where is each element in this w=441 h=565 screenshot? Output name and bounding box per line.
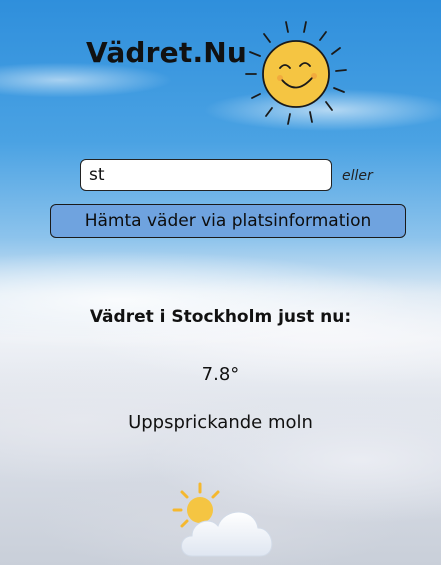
partly-cloudy-icon <box>172 482 273 557</box>
app-title: Vädret.Nu <box>86 36 248 69</box>
location-search-input[interactable] <box>80 159 332 191</box>
weather-description: Uppsprickande moln <box>128 412 313 433</box>
geolocation-weather-button[interactable]: Hämta väder via platsinformation <box>50 204 406 238</box>
weather-heading: Vädret i Stockholm just nu: <box>89 307 352 327</box>
temperature-value: 7.8° <box>201 364 240 385</box>
smiling-sun-icon <box>245 21 347 125</box>
or-label: eller <box>342 168 373 184</box>
